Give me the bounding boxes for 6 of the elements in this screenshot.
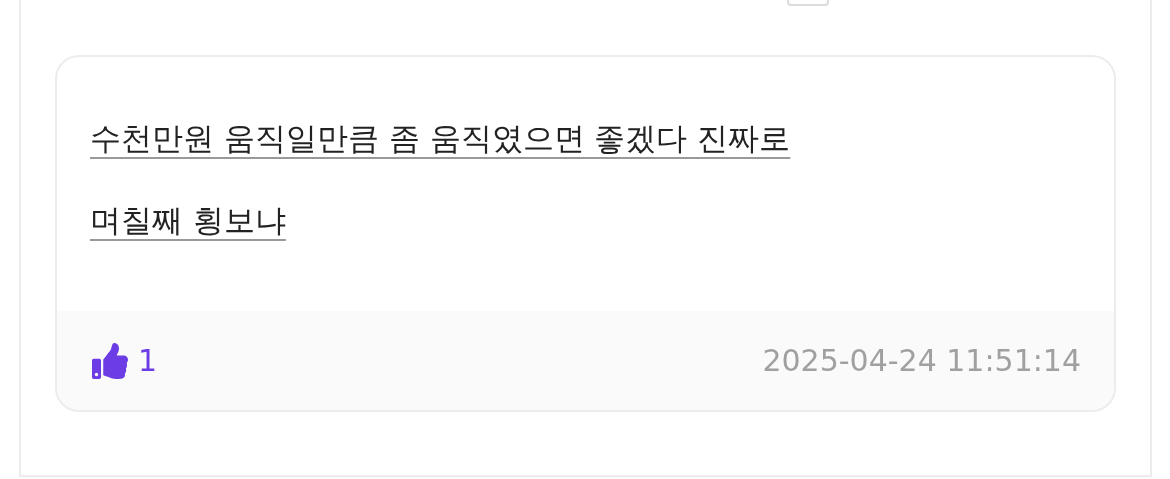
panel-tab[interactable]	[787, 0, 829, 6]
post-text-link[interactable]: 수천만원 움직일만큼 좀 움직였으면 좋겠다 진짜로	[90, 114, 791, 162]
like-button[interactable]: 1	[90, 338, 158, 383]
post-text-link[interactable]: 며칠째 횡보냐	[90, 196, 286, 244]
thumbs-up-icon	[90, 342, 130, 379]
post-timestamp: 2025-04-24 11:51:14	[762, 342, 1081, 380]
